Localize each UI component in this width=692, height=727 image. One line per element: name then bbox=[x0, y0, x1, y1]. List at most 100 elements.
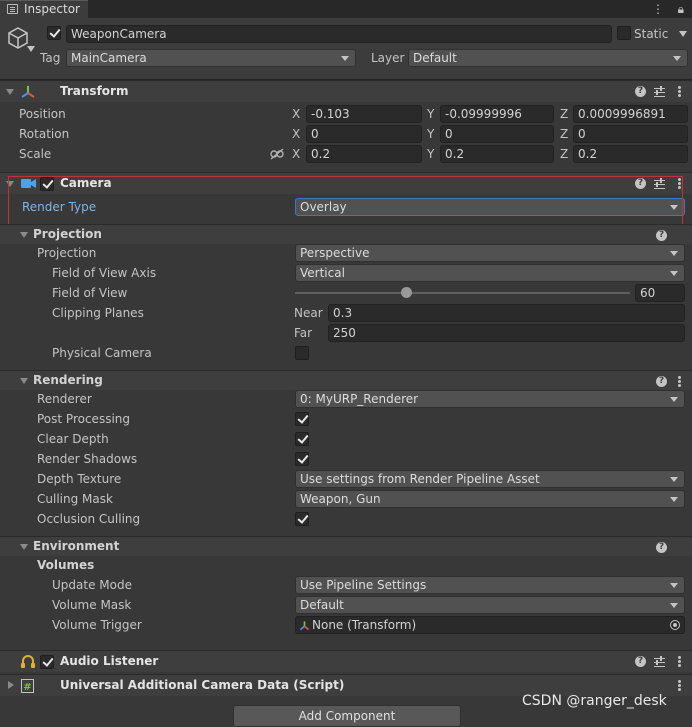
fov-value-field[interactable]: 60 bbox=[635, 284, 685, 302]
fov-axis-dropdown[interactable]: Vertical bbox=[295, 264, 685, 282]
rotation-y-axis-label[interactable]: Y bbox=[427, 126, 434, 142]
projection-dropdown[interactable]: Perspective bbox=[295, 244, 685, 262]
tag-dropdown[interactable]: MainCamera bbox=[66, 49, 356, 67]
render-shadows-checkbox[interactable] bbox=[295, 452, 309, 466]
post-processing-checkbox[interactable] bbox=[295, 412, 309, 426]
transform-help-icon[interactable]: ? bbox=[635, 86, 646, 97]
environment-section-title: Environment bbox=[33, 539, 120, 553]
tab-inspector[interactable]: Inspector bbox=[0, 0, 88, 18]
audio-listener-component-header[interactable]: Audio Listener ? bbox=[0, 650, 692, 672]
transform-foldout-icon[interactable] bbox=[6, 89, 14, 95]
projection-help-icon[interactable]: ? bbox=[656, 230, 667, 241]
transform-presets-icon[interactable] bbox=[654, 86, 665, 97]
rotation-z-axis-label[interactable]: Z bbox=[560, 126, 568, 142]
rendering-section-title: Rendering bbox=[33, 373, 103, 387]
lock-icon[interactable]: 🔒︎ bbox=[678, 2, 684, 16]
gameobject-header: WeaponCamera Static Tag MainCamera Layer… bbox=[0, 18, 692, 80]
additional-data-menu-icon[interactable] bbox=[678, 680, 681, 691]
object-picker-icon[interactable] bbox=[670, 620, 680, 630]
transform-title: Transform bbox=[60, 84, 129, 98]
static-checkbox[interactable] bbox=[617, 26, 631, 40]
rendering-menu-icon[interactable] bbox=[678, 376, 681, 387]
volume-mask-label: Volume Mask bbox=[52, 598, 132, 612]
fov-label: Field of View bbox=[52, 286, 128, 300]
fov-slider-track[interactable] bbox=[295, 292, 630, 294]
projection-foldout-icon[interactable] bbox=[20, 232, 28, 238]
rotation-z-field[interactable]: 0 bbox=[573, 125, 688, 143]
audio-listener-title: Audio Listener bbox=[60, 654, 159, 668]
position-z-axis-label[interactable]: Z bbox=[560, 106, 568, 122]
position-y-axis-label[interactable]: Y bbox=[427, 106, 434, 122]
tag-label: Tag bbox=[40, 51, 61, 65]
headphones-icon bbox=[21, 655, 35, 668]
layer-dropdown[interactable]: Default bbox=[408, 49, 688, 67]
culling-mask-label: Culling Mask bbox=[37, 492, 113, 506]
audio-listener-help-icon[interactable]: ? bbox=[635, 656, 646, 667]
rendering-help-icon[interactable]: ? bbox=[656, 376, 667, 387]
audio-listener-presets-icon[interactable] bbox=[654, 656, 665, 667]
transform-component-header[interactable]: Transform ? bbox=[0, 80, 692, 102]
far-label: Far bbox=[294, 326, 313, 340]
tab-menu-icon[interactable]: ⋮ bbox=[652, 2, 664, 16]
static-label: Static bbox=[634, 27, 669, 41]
scale-y-axis-label[interactable]: Y bbox=[427, 146, 434, 162]
clear-depth-label: Clear Depth bbox=[37, 432, 109, 446]
fov-slider-thumb[interactable] bbox=[400, 287, 412, 298]
near-clip-field[interactable]: 0.3 bbox=[328, 304, 685, 322]
physical-camera-label: Physical Camera bbox=[52, 346, 152, 360]
additional-data-title: Universal Additional Camera Data (Script… bbox=[60, 678, 345, 692]
rendering-foldout-icon[interactable] bbox=[20, 378, 28, 384]
volume-trigger-label: Volume Trigger bbox=[52, 618, 142, 632]
volume-trigger-object-field[interactable]: None (Transform) bbox=[295, 616, 685, 634]
position-y-field[interactable]: -0.09999996 bbox=[440, 105, 554, 123]
rotation-x-axis-label[interactable]: X bbox=[292, 126, 300, 142]
depth-texture-dropdown[interactable]: Use settings from Render Pipeline Asset bbox=[295, 470, 685, 488]
projection-section-header[interactable]: Projection ? bbox=[0, 224, 692, 244]
icon-dropdown-arrow-icon[interactable] bbox=[27, 46, 35, 52]
post-processing-label: Post Processing bbox=[37, 412, 130, 426]
audio-listener-menu-icon[interactable] bbox=[678, 656, 681, 667]
update-mode-dropdown[interactable]: Use Pipeline Settings bbox=[295, 576, 685, 594]
static-dropdown-arrow-icon[interactable] bbox=[679, 31, 687, 37]
culling-mask-dropdown[interactable]: Weapon, Gun bbox=[295, 490, 685, 508]
environment-section-header[interactable]: Environment ? bbox=[0, 536, 692, 556]
position-x-field[interactable]: -0.103 bbox=[306, 105, 422, 123]
physical-camera-checkbox[interactable] bbox=[295, 346, 309, 360]
script-icon: # bbox=[21, 679, 34, 693]
layer-label: Layer bbox=[371, 51, 405, 65]
occlusion-culling-checkbox[interactable] bbox=[295, 512, 309, 526]
transform-axes-icon bbox=[21, 86, 35, 98]
audio-listener-enabled-checkbox[interactable] bbox=[40, 655, 54, 669]
renderer-dropdown[interactable]: 0: MyURP_Renderer bbox=[295, 390, 685, 408]
watermark-text: CSDN @ranger_desk bbox=[522, 693, 667, 709]
position-x-axis-label[interactable]: X bbox=[292, 106, 300, 122]
update-mode-label: Update Mode bbox=[52, 578, 132, 592]
volume-mask-dropdown[interactable]: Default bbox=[295, 596, 685, 614]
rotation-x-field[interactable]: 0 bbox=[306, 125, 422, 143]
fov-axis-label: Field of View Axis bbox=[52, 266, 157, 280]
renderer-label: Renderer bbox=[37, 392, 92, 406]
scale-x-field[interactable]: 0.2 bbox=[306, 145, 422, 163]
far-clip-field[interactable]: 250 bbox=[328, 324, 685, 342]
clipping-planes-label: Clipping Planes bbox=[52, 306, 144, 320]
inspector-tab-bar: Inspector ⋮ 🔒︎ bbox=[0, 0, 692, 18]
environment-help-icon[interactable]: ? bbox=[656, 542, 667, 553]
scale-z-field[interactable]: 0.2 bbox=[573, 145, 688, 163]
rotation-y-field[interactable]: 0 bbox=[440, 125, 554, 143]
add-component-button[interactable]: Add Component bbox=[233, 705, 461, 727]
rendering-section-header[interactable]: Rendering ? bbox=[0, 370, 692, 390]
gameobject-name-input[interactable]: WeaponCamera bbox=[66, 25, 612, 43]
gameobject-active-checkbox[interactable] bbox=[47, 26, 61, 40]
occlusion-culling-label: Occlusion Culling bbox=[37, 512, 141, 526]
scale-x-axis-label[interactable]: X bbox=[292, 146, 300, 162]
transform-menu-icon[interactable] bbox=[678, 86, 681, 97]
near-label: Near bbox=[294, 306, 323, 320]
additional-data-foldout-icon[interactable] bbox=[8, 681, 14, 689]
environment-foldout-icon[interactable] bbox=[20, 544, 28, 550]
position-z-field[interactable]: 0.0009996891 bbox=[573, 105, 688, 123]
constrain-proportions-icon[interactable] bbox=[270, 148, 284, 160]
scale-y-field[interactable]: 0.2 bbox=[440, 145, 554, 163]
clear-depth-checkbox[interactable] bbox=[295, 432, 309, 446]
highlight-annotation-box bbox=[8, 176, 683, 231]
scale-z-axis-label[interactable]: Z bbox=[560, 146, 568, 162]
